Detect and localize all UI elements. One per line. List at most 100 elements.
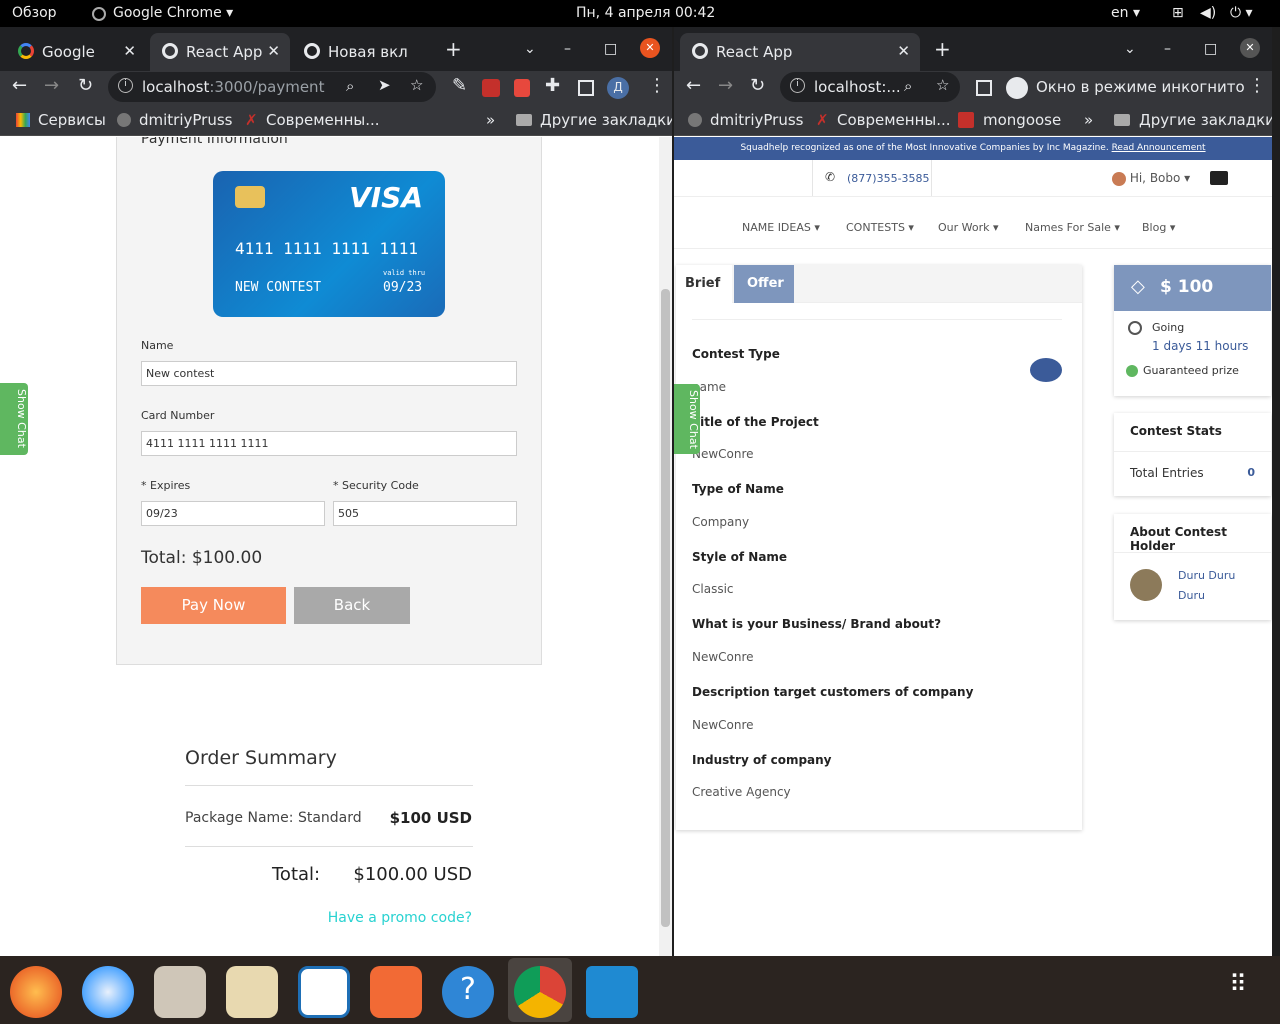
pen-extension-icon[interactable]: ✎ — [452, 75, 467, 96]
left-browser-window: Google ✕ React App ✕ Новая вкл + ⌄ – □ ✕ ←… — [0, 27, 672, 956]
forward-arrow-icon[interactable]: → — [44, 75, 59, 96]
nav-name-ideas[interactable]: NAME IDEAS ▾ — [742, 221, 820, 234]
holder-name-second-line[interactable]: Duru — [1178, 589, 1205, 602]
bookmark-modern[interactable]: Современны... — [837, 111, 951, 129]
incognito-label[interactable]: Окно в режиме инкогнито — [1036, 78, 1245, 96]
close-icon[interactable]: ✕ — [123, 42, 136, 60]
network-icon[interactable]: ⊞ — [1172, 5, 1184, 21]
nav-names-for-sale[interactable]: Names For Sale ▾ — [1025, 221, 1120, 234]
chat-bubbles-icon[interactable] — [1030, 358, 1062, 382]
chrome-icon[interactable] — [514, 966, 566, 1018]
send-icon[interactable]: ➤ — [378, 76, 391, 94]
bookmark-modern[interactable]: Современны... — [266, 111, 380, 129]
tab-google[interactable]: Google ✕ — [6, 33, 146, 71]
zoom-icon[interactable]: ⌕ — [346, 77, 354, 95]
expires-field[interactable]: 09/23 — [141, 501, 325, 526]
promo-code-link[interactable]: Have a promo code? — [328, 910, 472, 926]
reload-icon[interactable]: ↻ — [750, 75, 765, 96]
security-code-field[interactable]: 505 — [333, 501, 517, 526]
extension-icon[interactable] — [482, 79, 500, 97]
total-entries-label: Total Entries — [1130, 466, 1204, 480]
firefox-icon[interactable] — [10, 966, 62, 1018]
tab-offer[interactable]: Offer — [734, 265, 794, 303]
language-indicator[interactable]: en ▾ — [1111, 5, 1140, 21]
nav-contests[interactable]: CONTESTS ▾ — [846, 221, 914, 234]
bookmark-services[interactable]: Сервисы — [38, 111, 106, 129]
bookmark-github[interactable]: dmitriyPruss — [710, 111, 803, 129]
maximize-button[interactable]: □ — [604, 41, 617, 57]
tab-react-app[interactable]: React App ✕ — [680, 33, 920, 71]
nav-blog[interactable]: Blog ▾ — [1142, 221, 1175, 234]
tab-new[interactable]: Новая вкл — [292, 33, 432, 71]
holder-name[interactable]: Duru Duru — [1178, 569, 1235, 582]
scrollbar-thumb[interactable] — [661, 289, 670, 927]
close-icon[interactable]: ✕ — [897, 42, 910, 60]
back-button[interactable]: Back — [294, 587, 410, 624]
rhythmbox-icon[interactable] — [226, 966, 278, 1018]
maximize-button[interactable]: □ — [1204, 41, 1217, 57]
forward-arrow-icon[interactable]: → — [718, 75, 733, 96]
card-number-field[interactable]: 4111 1111 1111 1111 — [141, 431, 517, 456]
volume-icon[interactable]: ◀) — [1200, 5, 1216, 21]
security-code-label: * Security Code — [333, 479, 419, 492]
close-window-button[interactable]: ✕ — [640, 38, 660, 58]
divider — [674, 248, 1272, 249]
app-menu[interactable]: Google Chrome ▾ — [113, 5, 233, 21]
vscode-icon[interactable] — [586, 966, 638, 1018]
scrollbar[interactable] — [659, 137, 672, 956]
software-center-icon[interactable] — [370, 966, 422, 1018]
minimize-button[interactable]: – — [1164, 41, 1171, 57]
libreoffice-writer-icon[interactable] — [298, 966, 350, 1018]
extension2-icon[interactable] — [514, 79, 530, 97]
announcement-link[interactable]: Read Announcement — [1112, 143, 1206, 153]
bookmark-other[interactable]: Другие закладки — [540, 111, 672, 129]
sidepanel-icon[interactable] — [976, 80, 992, 96]
power-icon[interactable]: ⏻ ▾ — [1230, 5, 1253, 21]
menu-icon[interactable]: ⋮ — [648, 75, 666, 96]
zoom-icon[interactable]: ⌕ — [904, 77, 912, 95]
tab-search-icon[interactable]: ⌄ — [524, 41, 536, 57]
mail-icon[interactable] — [1210, 171, 1228, 185]
user-menu[interactable]: Hi, Bobo ▾ — [1112, 171, 1190, 186]
puzzle-icon[interactable]: ✚ — [545, 75, 560, 96]
reload-icon[interactable]: ↻ — [78, 75, 93, 96]
address-bar[interactable]: i localhost:... ⌕ ☆ — [780, 72, 960, 102]
help-icon[interactable]: ? — [442, 966, 494, 1018]
bookmark-icon: ✗ — [816, 111, 829, 129]
star-icon[interactable]: ☆ — [936, 76, 949, 94]
menu-icon[interactable]: ⋮ — [1248, 75, 1266, 96]
close-icon[interactable]: ✕ — [267, 42, 280, 60]
show-chat-tab[interactable]: Show Chat — [674, 384, 700, 454]
files-icon[interactable] — [154, 966, 206, 1018]
more-bookmarks-icon[interactable]: » — [486, 111, 495, 129]
new-tab-button[interactable]: + — [445, 37, 462, 61]
star-icon[interactable]: ☆ — [410, 76, 423, 94]
globe-icon — [162, 43, 178, 59]
pay-now-button[interactable]: Pay Now — [141, 587, 286, 624]
clock[interactable]: Пн, 4 апреля 00:42 — [576, 5, 715, 21]
bookmark-mongoose[interactable]: mongoose — [983, 111, 1061, 129]
thunderbird-icon[interactable] — [82, 966, 134, 1018]
tab-search-icon[interactable]: ⌄ — [1124, 41, 1136, 57]
clock-icon — [1128, 321, 1142, 335]
close-window-button[interactable]: ✕ — [1240, 38, 1260, 58]
back-arrow-icon[interactable]: ← — [686, 75, 701, 96]
show-chat-tab[interactable]: Show Chat — [0, 383, 28, 455]
avatar[interactable] — [1130, 569, 1162, 601]
tab-brief[interactable]: Brief — [676, 265, 732, 303]
bookmark-other[interactable]: Другие закладки — [1139, 111, 1272, 129]
tab-react-app[interactable]: React App ✕ — [150, 33, 290, 71]
profile-avatar[interactable]: Д — [607, 77, 629, 99]
nav-our-work[interactable]: Our Work ▾ — [938, 221, 999, 234]
new-tab-button[interactable]: + — [934, 37, 951, 61]
minimize-button[interactable]: – — [564, 41, 571, 57]
bookmark-github[interactable]: dmitriyPruss — [139, 111, 232, 129]
show-applications-icon[interactable]: ⠿ — [1218, 970, 1258, 1010]
phone-link[interactable]: ✆ (877)355-3585 — [812, 160, 932, 196]
sidepanel-icon[interactable] — [578, 80, 594, 96]
overview-button[interactable]: Обзор — [12, 5, 57, 21]
more-bookmarks-icon[interactable]: » — [1084, 111, 1093, 129]
back-arrow-icon[interactable]: ← — [12, 75, 27, 96]
name-field[interactable]: New contest — [141, 361, 517, 386]
address-bar[interactable]: i localhost:3000/payment ⌕ ➤ ☆ — [108, 72, 436, 102]
